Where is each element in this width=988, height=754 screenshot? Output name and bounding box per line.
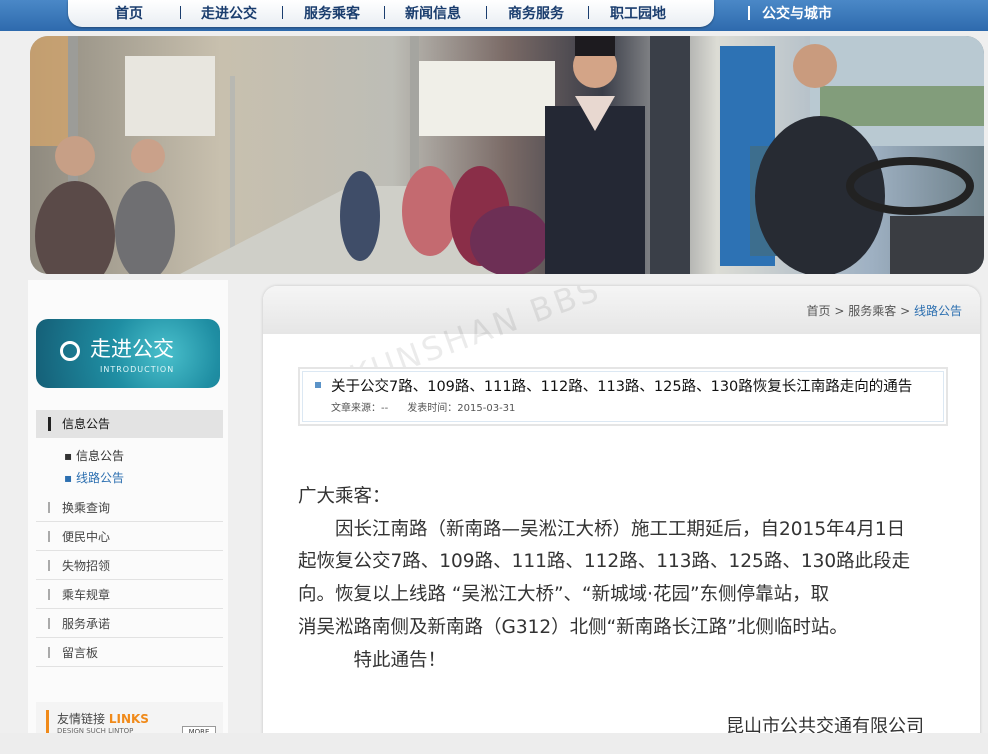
article-greeting: 广大乘客： (298, 486, 391, 507)
sidebar-item-label: 换乘查询 (62, 501, 111, 515)
footer-strip (0, 733, 988, 754)
nav-about[interactable]: 走进公交 (201, 3, 257, 23)
sidebar-item-label: 服务承诺 (62, 617, 111, 631)
article-line: 消吴淞路南侧及新南路（G312）北侧“新南路长江路”北侧临时站。 (298, 617, 848, 638)
nav-separator (384, 6, 385, 19)
links-title-en: LINKS (108, 712, 149, 726)
main-content: 首页 > 服务乘客 > 线路公告 KUNSHAN BBS 关于公交7路、109路… (263, 286, 980, 754)
nav-service[interactable]: 服务乘客 (304, 3, 360, 23)
sidebar-item-guestbook[interactable]: 留言板 (36, 638, 223, 667)
links-title: 友情链接 (57, 712, 106, 726)
nav-separator (282, 6, 283, 19)
bar-icon (48, 417, 51, 431)
article-closing: 特此通告！ (298, 650, 447, 671)
bar-icon (48, 502, 50, 513)
bar-icon (48, 560, 50, 571)
sidebar-item-label: 信息公告 (62, 417, 111, 431)
breadcrumb-parent[interactable]: 服务乘客 (848, 304, 896, 318)
submenu-info-notices[interactable]: ▪ 信息公告 (64, 447, 124, 464)
nav-city[interactable]: 公交与城市 (762, 3, 832, 23)
sidebar-item-label: 失物招领 (62, 559, 111, 573)
banner-image (30, 36, 984, 274)
top-nav-bar: 首页 走进公交 服务乘客 新闻信息 商务服务 职工园地 公交与城市 (0, 0, 988, 31)
article-line: 向。恢复以上线路 “吴淞江大桥”、“新城域·花园”东侧停靠站，取 (298, 584, 830, 605)
nav-news[interactable]: 新闻信息 (405, 3, 461, 23)
bar-icon (48, 531, 50, 542)
sidebar-item-rules[interactable]: 乘车规章 (36, 580, 223, 609)
circle-icon (60, 341, 80, 361)
sidebar-item-label: 乘车规章 (62, 588, 111, 602)
sidebar-item-label: 便民中心 (62, 530, 111, 544)
breadcrumb-home[interactable]: 首页 (807, 304, 831, 318)
submenu-label: 线路公告 (75, 471, 124, 485)
content-header: 首页 > 服务乘客 > 线路公告 (263, 286, 980, 334)
main-nav: 首页 走进公交 服务乘客 新闻信息 商务服务 职工园地 (68, 0, 714, 27)
section-banner: 走进公交 INTRODUCTION (36, 319, 220, 388)
sidebar-item-commitment[interactable]: 服务承诺 (36, 609, 223, 638)
nav-staff[interactable]: 职工园地 (610, 3, 666, 23)
nav-separator (588, 6, 589, 19)
nav-home[interactable]: 首页 (115, 3, 143, 23)
nav-separator (180, 6, 181, 19)
section-title: 走进公交 (90, 337, 174, 361)
nav-separator (486, 6, 487, 19)
chevron-right-icon: > (900, 304, 911, 318)
links-heading: 友情链接 LINKS (57, 710, 149, 727)
article-line: 因长江南路（新南路—吴淞江大桥）施工工期延后，自2015年4月1日 (298, 519, 906, 540)
bar-icon (48, 589, 50, 600)
sidebar-item-label: 留言板 (62, 646, 99, 660)
nav-business[interactable]: 商务服务 (508, 3, 564, 23)
article-meta: 文章来源：-- 发表时间：2015-03-31 (331, 399, 515, 414)
bar-icon (48, 618, 50, 629)
breadcrumb-current[interactable]: 线路公告 (914, 304, 962, 318)
submenu-label: 信息公告 (75, 449, 124, 463)
nav-separator (748, 6, 750, 20)
submenu-route-notices[interactable]: ▪ 线路公告 (64, 469, 124, 486)
article-source: 文章来源：-- (331, 403, 389, 414)
article-date: 发表时间：2015-03-31 (407, 403, 516, 414)
section-subtitle: INTRODUCTION (100, 365, 175, 374)
square-bullet-icon (315, 382, 321, 388)
bar-icon (48, 647, 50, 658)
breadcrumb: 首页 > 服务乘客 > 线路公告 (807, 302, 962, 319)
sidebar-item-convenience[interactable]: 便民中心 (36, 522, 223, 551)
bus-interior-illustration (30, 36, 984, 274)
sidebar-item-notices[interactable]: 信息公告 (36, 410, 223, 438)
article-title: 关于公交7路、109路、111路、112路、113路、125路、130路恢复长江… (331, 379, 913, 395)
sidebar-item-lost-found[interactable]: 失物招领 (36, 551, 223, 580)
sidebar-item-transfer[interactable]: 换乘查询 (36, 493, 223, 522)
article-header: 关于公交7路、109路、111路、112路、113路、125路、130路恢复长江… (298, 367, 948, 426)
chevron-right-icon: > (834, 304, 845, 318)
article-line: 起恢复公交7路、109路、111路、112路、113路、125路、130路此段走 (298, 551, 911, 572)
